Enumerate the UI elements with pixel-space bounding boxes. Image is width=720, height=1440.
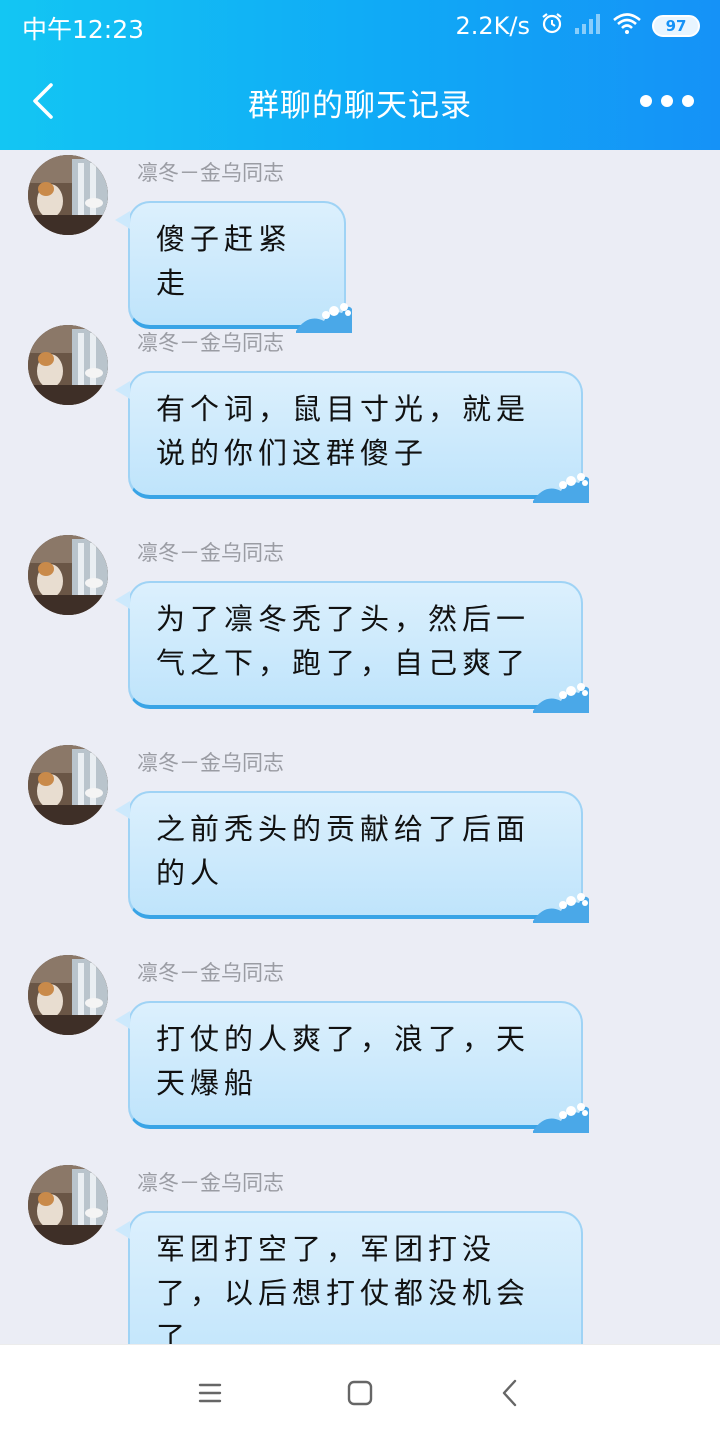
sender-name: 凛冬－金乌同志 [137, 161, 284, 185]
avatar[interactable] [28, 1165, 108, 1245]
wave-icon [533, 473, 589, 503]
system-navigation-bar [0, 1344, 720, 1440]
status-time: 中午12:23 [22, 15, 145, 44]
more-options-button[interactable] [640, 86, 694, 116]
message-text: 军团打空了，军团打没了，以后想打仗都没机会了 [156, 1232, 531, 1354]
message-bubble[interactable]: 打仗的人爽了，浪了，天天爆船 [115, 1001, 589, 1133]
status-bar: 中午12:23 2.2K/s 97 [0, 0, 720, 52]
status-indicators: 2.2K/s 97 [455, 10, 700, 42]
page-title: 群聊的聊天记录 [248, 88, 472, 124]
message-bubble[interactable]: 有个词，鼠目寸光，就是说的你们这群傻子 [115, 371, 589, 503]
menu-button[interactable] [194, 1377, 226, 1409]
alarm-clock-icon [540, 11, 564, 41]
avatar[interactable] [28, 155, 108, 235]
battery-indicator: 97 [652, 15, 700, 37]
more-dots-icon [640, 95, 652, 107]
sender-name: 凛冬－金乌同志 [137, 1171, 284, 1195]
bubble-tail [115, 381, 130, 399]
app-header: 中午12:23 2.2K/s 97 群聊的聊天记录 [0, 0, 720, 150]
system-back-button[interactable] [494, 1377, 526, 1409]
avatar[interactable] [28, 955, 108, 1035]
wave-icon [533, 683, 589, 713]
system-back-icon [502, 1379, 517, 1407]
message-text: 为了凛冬秃了头，然后一气之下，跑了，自己爽了 [156, 602, 531, 680]
network-speed: 2.2K/s [455, 12, 531, 40]
nav-bar: 群聊的聊天记录 [0, 52, 720, 150]
signal-icon [574, 12, 602, 40]
bubble-tail [115, 801, 130, 819]
bubble-tail [115, 591, 130, 609]
sender-name: 凛冬－金乌同志 [137, 751, 284, 775]
bubble-tail [115, 1221, 130, 1239]
menu-lines-icon [198, 1383, 222, 1403]
home-button[interactable] [344, 1377, 376, 1409]
message-text: 之前秃头的贡献给了后面的人 [156, 812, 531, 890]
message-bubble[interactable]: 傻子赶紧走 [115, 201, 352, 333]
avatar[interactable] [28, 325, 108, 405]
home-square-icon [347, 1380, 373, 1406]
sender-name: 凛冬－金乌同志 [137, 541, 284, 565]
sender-name: 凛冬－金乌同志 [137, 331, 284, 355]
wifi-icon [612, 12, 642, 40]
more-dot [682, 95, 694, 107]
avatar[interactable] [28, 535, 108, 615]
bubble-tail [115, 211, 130, 229]
more-dot [661, 95, 673, 107]
sender-name: 凛冬－金乌同志 [137, 961, 284, 985]
avatar[interactable] [28, 745, 108, 825]
wave-icon [296, 303, 352, 333]
message-bubble[interactable]: 之前秃头的贡献给了后面的人 [115, 791, 589, 923]
wave-icon [533, 1103, 589, 1133]
message-text: 有个词，鼠目寸光，就是说的你们这群傻子 [156, 392, 531, 470]
wave-icon [533, 893, 589, 923]
bubble-tail [115, 1011, 130, 1029]
message-bubble[interactable]: 为了凛冬秃了头，然后一气之下，跑了，自己爽了 [115, 581, 589, 713]
message-text: 傻子赶紧走 [156, 222, 293, 300]
message-text: 打仗的人爽了，浪了，天天爆船 [156, 1022, 531, 1100]
